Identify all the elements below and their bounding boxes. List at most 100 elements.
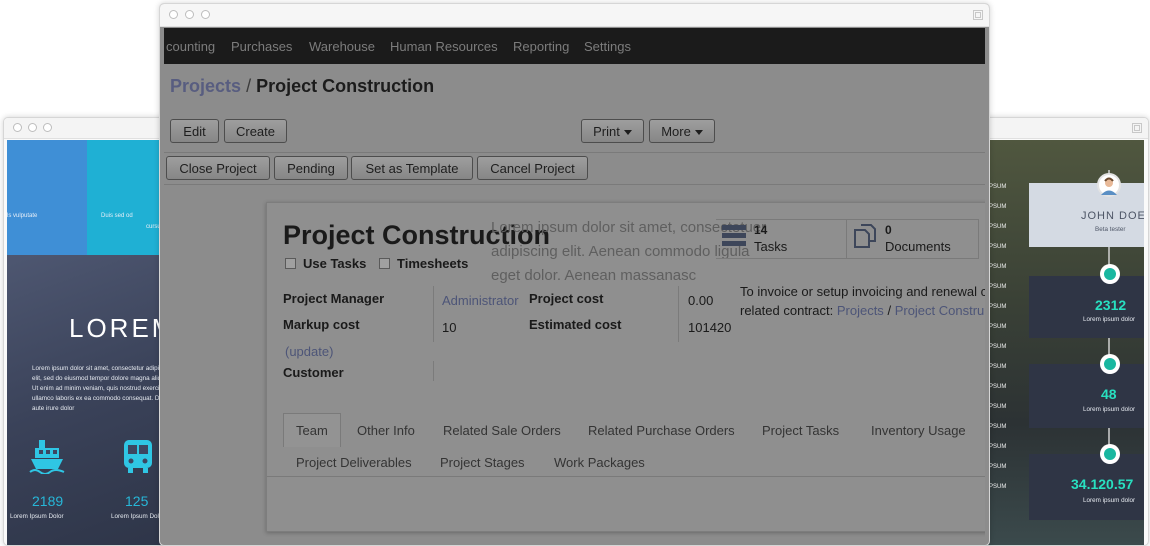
tab-work-packages[interactable]: Work Packages [554, 455, 645, 470]
menu-item: PSUM [989, 264, 1007, 270]
tab-inventory-usage[interactable]: Inventory Usage [871, 423, 966, 438]
divider [164, 152, 985, 153]
bus-icon [124, 440, 152, 473]
top-navigation: counting Purchases Warehouse Human Resou… [164, 28, 985, 64]
stat-value: 2189 [32, 493, 64, 509]
nav-item-human-resources[interactable]: Human Resources [390, 39, 498, 54]
menu-item: PSUM [989, 424, 1007, 430]
left-preview-content: ls vulputate Duis sed od cursu LOREM Lor… [7, 140, 174, 545]
stat-value: 48 [1101, 386, 1117, 402]
documents-icon [854, 224, 876, 248]
invoice-link-separator: / [887, 303, 892, 318]
breadcrumb: Projects / Project Construction [170, 76, 434, 97]
tasks-label: Tasks [754, 239, 788, 254]
stat-caption: Lorem ipsum dolor [1083, 497, 1136, 504]
stat-caption: Lorem ipsum dolor [1083, 316, 1136, 323]
invoice-text: To invoice or setup invoicing and renewa… [740, 284, 985, 299]
left-window-titlebar [4, 118, 174, 139]
nav-item-accounting[interactable]: counting [166, 39, 215, 54]
avatar [1097, 173, 1121, 197]
tab-project-stages[interactable]: Project Stages [440, 455, 525, 470]
menu-item: PSUM [989, 324, 1007, 330]
shield-icon [1100, 264, 1120, 284]
update-link[interactable]: (update) [285, 344, 333, 359]
menu-item: PSUM [989, 364, 1007, 370]
project-cost-value: 0.00 [688, 293, 714, 308]
menu-item: PSUM [989, 244, 1007, 250]
project-manager-label: Project Manager [283, 291, 385, 306]
invoice-projects-link[interactable]: Projects [837, 303, 884, 318]
stat-card [1029, 276, 1144, 338]
estimated-cost-value: 101420 [688, 320, 732, 335]
timesheets-label: Timesheets [397, 256, 469, 271]
camera-icon [1100, 444, 1120, 464]
menu-item: PSUM [989, 304, 1007, 310]
resize-icon [1132, 123, 1142, 133]
menu-item: PSUM [989, 484, 1007, 490]
tab-project-deliverables[interactable]: Project Deliverables [296, 455, 412, 470]
main-window-titlebar [160, 4, 989, 27]
set-as-template-button[interactable]: Set as Template [351, 156, 473, 180]
nav-item-reporting[interactable]: Reporting [513, 39, 569, 54]
stat-value: 125 [125, 493, 149, 509]
window-dot [43, 123, 52, 132]
menu-item: PSUM [989, 444, 1007, 450]
tab-project-tasks[interactable]: Project Tasks [762, 423, 839, 438]
cancel-project-button[interactable]: Cancel Project [477, 156, 588, 180]
breadcrumb-parent-link[interactable]: Projects [170, 76, 241, 96]
menu-item: PSUM [989, 224, 1007, 230]
tab-other-info[interactable]: Other Info [357, 423, 415, 438]
chevron-down-icon [623, 130, 632, 136]
profile-name: JOHN DOE [1081, 210, 1144, 222]
edit-button[interactable]: Edit [170, 119, 219, 143]
field-separator [433, 361, 434, 381]
use-tasks-label: Use Tasks [303, 256, 367, 271]
nav-item-settings[interactable]: Settings [584, 39, 631, 54]
window-dot [28, 123, 37, 132]
window-dot[interactable] [185, 10, 194, 19]
stat-value: 34.120.57 [1071, 476, 1134, 492]
profile-role: Beta tester [1095, 226, 1126, 233]
documents-count: 0 [885, 223, 892, 237]
markup-cost-label: Markup cost [283, 317, 360, 332]
pending-button[interactable]: Pending [274, 156, 348, 180]
main-app-window: counting Purchases Warehouse Human Resou… [159, 3, 990, 546]
chevron-down-icon [694, 130, 703, 136]
tab-team[interactable]: Team [296, 423, 328, 438]
avatar-icon [1101, 177, 1117, 195]
project-manager-value[interactable]: Administrator [442, 293, 519, 308]
menu-item: PSUM [989, 404, 1007, 410]
invoice-related-label: related contract: [740, 303, 834, 318]
close-project-button[interactable]: Close Project [166, 156, 270, 180]
create-button[interactable]: Create [224, 119, 287, 143]
markup-cost-value: 10 [442, 320, 457, 335]
stat-caption: Lorem Ipsum Dolor [10, 513, 64, 520]
tab-related-purchase-orders[interactable]: Related Purchase Orders [588, 423, 735, 438]
blue-panel [7, 140, 87, 255]
right-preview-content: PSUM PSUM PSUM PSUM PSUM PSUM PSUM PSUM … [981, 140, 1144, 545]
nav-item-warehouse[interactable]: Warehouse [309, 39, 375, 54]
use-tasks-checkbox[interactable] [285, 258, 296, 269]
invoice-note: To invoice or setup invoicing and renewa… [740, 282, 985, 320]
window-dot[interactable] [169, 10, 178, 19]
more-button-label: More [661, 124, 691, 139]
invoice-project-link[interactable]: Project Constru [895, 303, 985, 318]
hero-paragraph: Lorem ipsum dolor sit amet, consectetur … [32, 365, 174, 412]
menu-item: PSUM [989, 384, 1007, 390]
breadcrumb-current: Project Construction [256, 76, 435, 96]
stat-caption: Lorem Ipsum Dolor [111, 513, 165, 520]
print-button[interactable]: Print [581, 119, 644, 143]
menu-item: PSUM [989, 284, 1007, 290]
left-preview-window: ls vulputate Duis sed od cursu LOREM Lor… [3, 117, 175, 546]
timesheets-checkbox[interactable] [379, 258, 390, 269]
nav-item-purchases[interactable]: Purchases [231, 39, 292, 54]
more-button[interactable]: More [649, 119, 715, 143]
documents-label: Documents [885, 239, 951, 254]
customer-label: Customer [283, 365, 344, 380]
tab-related-sale-orders[interactable]: Related Sale Orders [443, 423, 561, 438]
field-separator [433, 286, 434, 342]
divider [164, 184, 985, 185]
resize-icon[interactable] [973, 10, 983, 20]
window-dot[interactable] [201, 10, 210, 19]
stat-caption: Lorem ipsum dolor [1083, 406, 1136, 413]
